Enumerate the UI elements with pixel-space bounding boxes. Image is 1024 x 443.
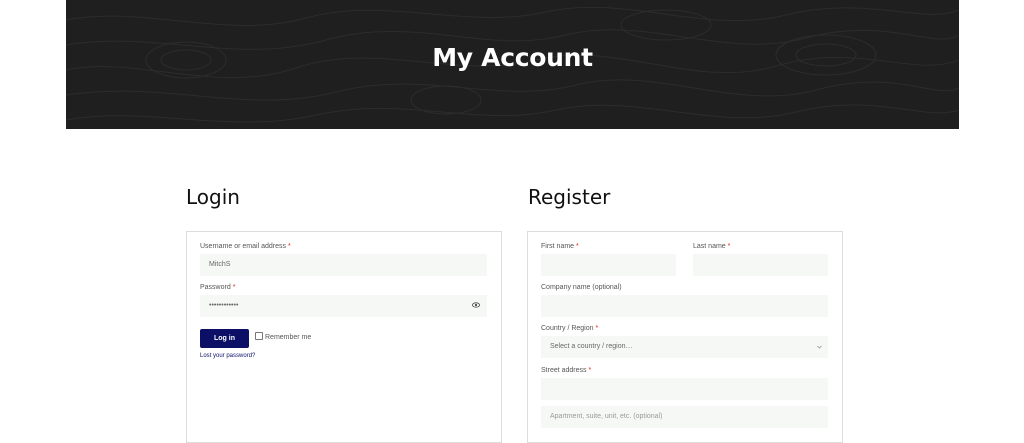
country-label-text: Country / Region: [541, 325, 594, 332]
eye-icon[interactable]: [472, 302, 480, 308]
password-label: Password *: [200, 284, 235, 291]
login-button[interactable]: Log in: [200, 329, 249, 348]
username-input[interactable]: MitchS: [200, 254, 487, 276]
last-name-label: Last name *: [693, 243, 730, 250]
password-value: ••••••••••••: [209, 302, 239, 309]
first-name-input[interactable]: [541, 254, 676, 276]
password-label-text: Password: [200, 284, 231, 291]
required-mark: *: [232, 284, 236, 291]
register-form: First name * Last name * Company name (o…: [527, 231, 843, 443]
remember-label: Remember me: [265, 334, 312, 341]
country-label: Country / Region *: [541, 325, 598, 332]
username-label-text: Username or email address: [200, 243, 286, 250]
last-name-label-text: Last name: [693, 243, 726, 250]
street-address-input[interactable]: [541, 378, 828, 400]
username-label: Username or email address *: [200, 243, 291, 250]
required-mark: *: [727, 243, 731, 250]
register-heading: Register: [528, 185, 611, 209]
lost-password-link[interactable]: Lost your password?: [200, 353, 255, 359]
first-name-label: First name *: [541, 243, 579, 250]
required-mark: *: [576, 243, 579, 250]
remember-me[interactable]: Remember me: [255, 332, 311, 341]
chevron-down-icon: [817, 345, 822, 349]
required-mark: *: [595, 325, 599, 332]
company-label: Company name (optional): [541, 284, 622, 291]
country-select[interactable]: Select a country / region…: [541, 336, 828, 358]
login-form: Username or email address * MitchS Passw…: [186, 231, 502, 443]
hero-banner: My Account: [66, 0, 959, 129]
password-input[interactable]: ••••••••••••: [200, 295, 487, 317]
street-address-label: Street address *: [541, 367, 591, 374]
street-label-text: Street address: [541, 367, 587, 374]
page-title: My Account: [432, 43, 593, 72]
country-select-value: Select a country / region…: [550, 343, 633, 350]
last-name-input[interactable]: [693, 254, 828, 276]
required-mark: *: [588, 367, 592, 374]
company-input[interactable]: [541, 295, 828, 317]
login-heading: Login: [186, 185, 240, 209]
remember-checkbox[interactable]: [255, 332, 263, 340]
first-name-label-text: First name: [541, 243, 575, 250]
required-mark: *: [287, 243, 291, 250]
street-address-2-input[interactable]: Apartment, suite, unit, etc. (optional): [541, 406, 828, 428]
